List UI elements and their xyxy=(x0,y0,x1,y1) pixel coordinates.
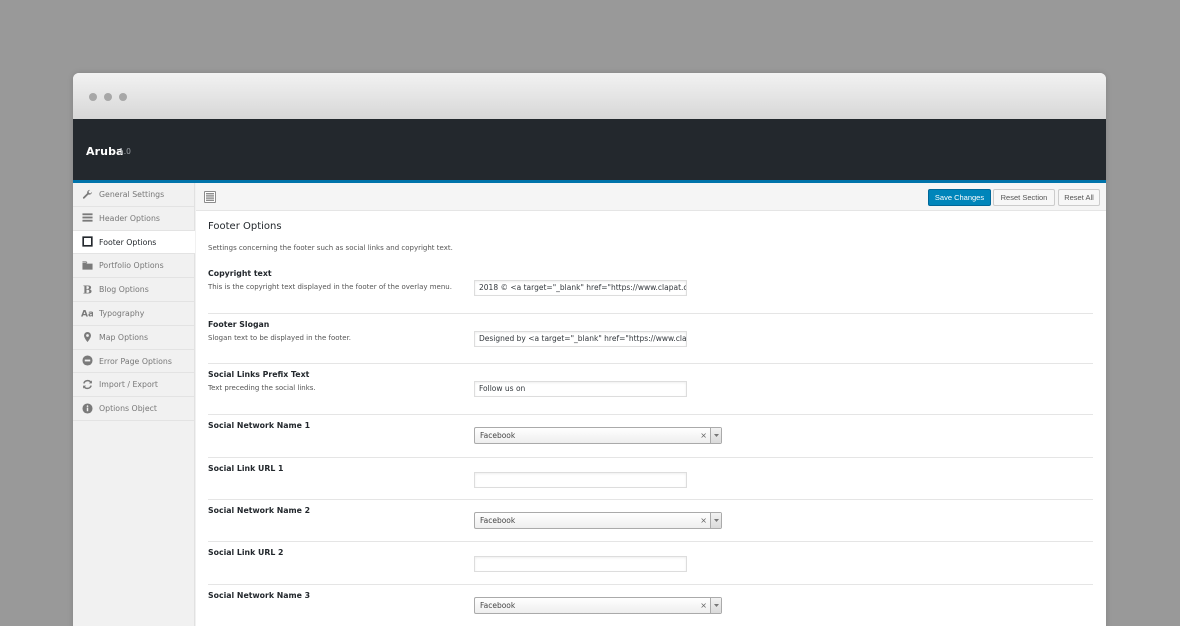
select-value: Facebook xyxy=(480,601,516,610)
window-maximize-dot[interactable] xyxy=(119,93,127,101)
font-icon: Aa xyxy=(81,307,93,319)
social-prefix-input[interactable]: Follow us on xyxy=(474,381,687,397)
social-url-1-input[interactable] xyxy=(474,472,687,488)
section-description: Settings concerning the footer such as s… xyxy=(208,244,453,252)
sidebar-item-options-object[interactable]: Options Object xyxy=(73,397,194,421)
clear-icon[interactable]: × xyxy=(700,516,707,525)
svg-text:B: B xyxy=(82,284,91,295)
main-content: Save Changes Reset Section Reset All Foo… xyxy=(196,183,1106,626)
social-network-2-select[interactable]: Facebook × xyxy=(474,512,722,529)
sidebar-item-portfolio-options[interactable]: Portfolio Options xyxy=(73,254,194,279)
window-titlebar xyxy=(73,73,1106,119)
window-close-dot[interactable] xyxy=(89,93,97,101)
sidebar-item-label: Import / Export xyxy=(99,380,158,390)
sidebar-item-import-export[interactable]: Import / Export xyxy=(73,373,194,398)
app-version: 1.0 xyxy=(119,147,131,156)
sidebar-item-label: General Settings xyxy=(99,190,165,199)
info-icon xyxy=(81,402,93,414)
sidebar-item-header-options[interactable]: Header Options xyxy=(73,207,194,231)
minus-circle-icon xyxy=(81,355,93,367)
chevron-down-icon[interactable] xyxy=(710,428,721,443)
refresh-icon xyxy=(81,378,93,390)
field-label: Social Link URL 1 xyxy=(208,464,284,473)
clear-icon[interactable]: × xyxy=(700,601,707,610)
browser-window: Aruba 1.0 General Settings Header Option… xyxy=(73,73,1106,626)
field-label: Social Network Name 2 xyxy=(208,506,311,515)
field-description: Text preceding the social links. xyxy=(208,384,316,392)
sidebar-item-map-options[interactable]: Map Options xyxy=(73,326,194,350)
sidebar-item-label: Map Options xyxy=(99,332,149,342)
window-minimize-dot[interactable] xyxy=(104,93,112,101)
sidebar: General Settings Header Options Footer O… xyxy=(73,183,195,626)
select-value: Facebook xyxy=(480,431,516,440)
sidebar-item-typography[interactable]: Aa Typography xyxy=(73,302,194,326)
field-description: Slogan text to be displayed in the foote… xyxy=(208,334,352,342)
reset-section-button[interactable]: Reset Section xyxy=(993,189,1055,206)
expand-options-icon[interactable] xyxy=(204,191,216,203)
chevron-down-icon[interactable] xyxy=(710,598,721,613)
app-name: Aruba xyxy=(86,145,124,158)
folder-icon xyxy=(81,259,93,271)
field-row-social-prefix: Social Links Prefix Text Text preceding … xyxy=(208,364,1093,415)
square-icon xyxy=(81,236,93,248)
sidebar-item-label: Typography xyxy=(99,308,145,318)
sidebar-item-label: Portfolio Options xyxy=(99,261,164,271)
field-description: This is the copyright text displayed in … xyxy=(208,283,452,291)
map-pin-icon xyxy=(81,331,93,343)
field-row-copyright: Copyright text This is the copyright tex… xyxy=(208,263,1093,314)
section-title: Footer Options xyxy=(208,221,282,232)
copyright-text-input[interactable]: 2018 © <a target="_blank" href="https://… xyxy=(474,280,687,296)
menu-icon xyxy=(81,212,93,224)
sidebar-item-label: Header Options xyxy=(99,213,160,223)
app-header: Aruba 1.0 xyxy=(73,119,1106,183)
bold-b-icon: B xyxy=(81,283,93,295)
field-label: Social Network Name 1 xyxy=(208,421,311,430)
social-url-2-input[interactable] xyxy=(474,556,687,572)
social-network-3-select[interactable]: Facebook × xyxy=(474,597,722,614)
field-row-social-name-2: Social Network Name 2 Facebook × xyxy=(208,500,1093,542)
sidebar-item-general-settings[interactable]: General Settings xyxy=(73,183,194,207)
chevron-down-icon[interactable] xyxy=(710,513,721,528)
field-label: Copyright text xyxy=(208,269,272,278)
field-label: Footer Slogan xyxy=(208,320,270,329)
sidebar-item-label: Footer Options xyxy=(99,237,157,247)
reset-all-button[interactable]: Reset All xyxy=(1058,189,1100,206)
field-row-social-url-1: Social Link URL 1 xyxy=(208,458,1093,500)
footer-slogan-input[interactable]: Designed by <a target="_blank" href="htt… xyxy=(474,331,687,347)
field-row-social-url-2: Social Link URL 2 xyxy=(208,542,1093,585)
field-label: Social Network Name 3 xyxy=(208,591,311,600)
field-row-social-name-1: Social Network Name 1 Facebook × xyxy=(208,415,1093,458)
wrench-icon xyxy=(81,188,93,200)
sidebar-item-label: Error Page Options xyxy=(99,356,172,366)
field-row-social-name-3: Social Network Name 3 Facebook × xyxy=(208,585,1093,626)
field-label: Social Links Prefix Text xyxy=(208,370,310,379)
clear-icon[interactable]: × xyxy=(700,431,707,440)
save-changes-button[interactable]: Save Changes xyxy=(928,189,991,206)
options-toolbar: Save Changes Reset Section Reset All xyxy=(196,183,1106,211)
sidebar-item-label: Options Object xyxy=(99,404,157,414)
field-row-slogan: Footer Slogan Slogan text to be displaye… xyxy=(208,314,1093,364)
sidebar-item-label: Blog Options xyxy=(99,285,149,295)
select-value: Facebook xyxy=(480,516,516,525)
sidebar-item-blog-options[interactable]: B Blog Options xyxy=(73,278,194,302)
sidebar-item-error-page-options[interactable]: Error Page Options xyxy=(73,350,194,374)
sidebar-item-footer-options[interactable]: Footer Options xyxy=(73,230,195,255)
social-network-1-select[interactable]: Facebook × xyxy=(474,427,722,444)
field-label: Social Link URL 2 xyxy=(208,548,284,557)
options-panel: General Settings Header Options Footer O… xyxy=(73,183,1106,626)
svg-text:Aa: Aa xyxy=(81,309,93,319)
